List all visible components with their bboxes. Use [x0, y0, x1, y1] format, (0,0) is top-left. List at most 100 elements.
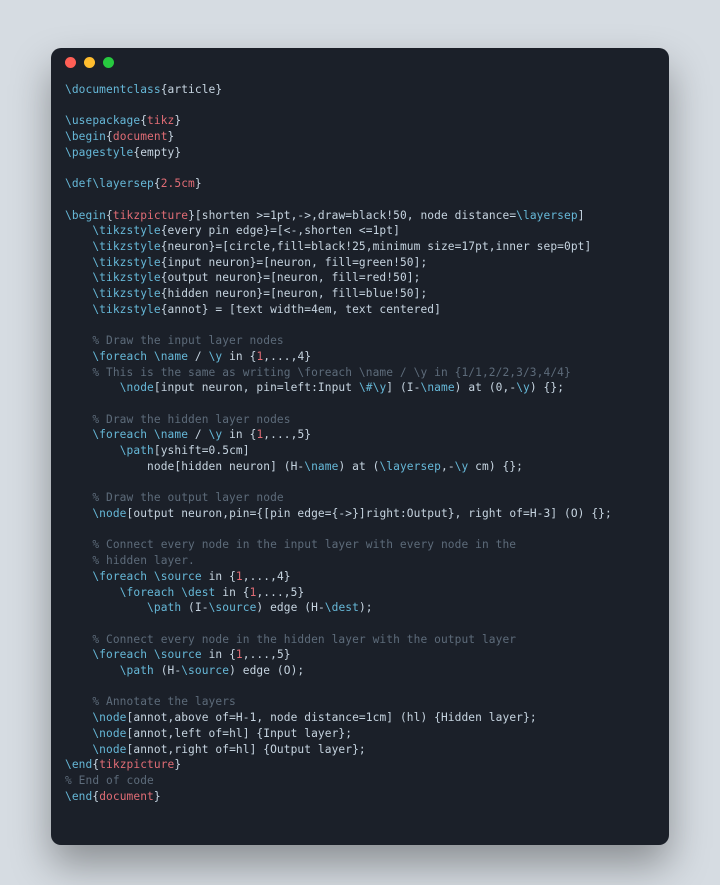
- token: ) edge (H-: [256, 601, 324, 614]
- token: [65, 727, 92, 740]
- token: \foreach: [120, 586, 175, 599]
- token: ) {};: [530, 381, 564, 394]
- token: \end: [65, 758, 92, 771]
- comment: % Connect every node in the input layer …: [65, 538, 516, 551]
- token: [output neuron,pin={[pin edge={->}]right…: [127, 507, 612, 520]
- token: {hidden neuron}=[neuron, fill=blue!50];: [161, 287, 428, 300]
- token: in {: [215, 586, 249, 599]
- token: [65, 287, 92, 300]
- comment: % Connect every node in the hidden layer…: [65, 633, 516, 646]
- token: \end: [65, 790, 92, 803]
- token: /: [188, 428, 209, 441]
- token: [yshift=0.5cm]: [154, 444, 250, 457]
- token: \foreach: [92, 570, 147, 583]
- token: \tikzstyle: [92, 224, 160, 237]
- token: [65, 350, 92, 363]
- token: \def\layersep: [65, 177, 154, 190]
- token: \tikzstyle: [92, 271, 160, 284]
- zoom-icon[interactable]: [103, 57, 114, 68]
- token: \y: [209, 428, 223, 441]
- close-icon[interactable]: [65, 57, 76, 68]
- token: {neuron}=[circle,fill=black!25,minimum s…: [161, 240, 592, 253]
- token: \y: [516, 381, 530, 394]
- token: tikzpicture: [99, 758, 174, 771]
- token: }: [168, 130, 175, 143]
- token: in {: [202, 570, 236, 583]
- token: ,...,4}: [263, 350, 311, 363]
- token: {article}: [161, 83, 223, 96]
- token: {annot} = [text width=4em, text centered…: [161, 303, 441, 316]
- token: 1: [236, 570, 243, 583]
- token: \foreach: [92, 350, 147, 363]
- token: in {: [222, 428, 256, 441]
- token: [65, 743, 92, 756]
- token: in {: [202, 648, 236, 661]
- token: \layersep: [516, 209, 578, 222]
- token: \dest: [325, 601, 359, 614]
- code-block: \documentclass{article} \usepackage{tikz…: [51, 76, 669, 818]
- token: \source: [209, 601, 257, 614]
- token: [65, 256, 92, 269]
- token: ,...,5}: [243, 648, 291, 661]
- token: }: [154, 790, 161, 803]
- token: 1: [236, 648, 243, 661]
- token: ) at (0,-: [455, 381, 517, 394]
- token: [65, 303, 92, 316]
- comment: % hidden layer.: [65, 554, 195, 567]
- token: {empty}: [133, 146, 181, 159]
- token: {: [154, 177, 161, 190]
- window-titlebar: [51, 48, 669, 76]
- token: ]: [578, 209, 585, 222]
- token: }[shorten >=1pt,->,draw=black!50, node d…: [188, 209, 516, 222]
- token: [65, 601, 147, 614]
- token: [65, 507, 92, 520]
- token: node[hidden neuron] (H-: [65, 460, 304, 473]
- token: \#\y: [359, 381, 386, 394]
- token: \y: [209, 350, 223, 363]
- comment: % This is the same as writing \foreach \…: [65, 366, 571, 379]
- token: \pagestyle: [65, 146, 133, 159]
- token: tikz: [147, 114, 174, 127]
- comment: % Annotate the layers: [65, 695, 236, 708]
- token: ,-: [441, 460, 455, 473]
- token: \node: [92, 507, 126, 520]
- token: \y: [455, 460, 469, 473]
- token: [65, 444, 120, 457]
- code-window: \documentclass{article} \usepackage{tikz…: [51, 48, 669, 845]
- token: {output neuron}=[neuron, fill=red!50];: [161, 271, 421, 284]
- token: \source: [154, 648, 202, 661]
- token: [65, 271, 92, 284]
- token: ,...,5}: [256, 586, 304, 599]
- token: [65, 381, 120, 394]
- token: 2.5cm: [161, 177, 195, 190]
- token: \tikzstyle: [92, 240, 160, 253]
- token: \tikzstyle: [92, 303, 160, 316]
- token: );: [359, 601, 373, 614]
- token: \name: [304, 460, 338, 473]
- token: document: [113, 130, 168, 143]
- token: \begin: [65, 209, 106, 222]
- token: [input neuron, pin=left:Input: [154, 381, 359, 394]
- token: [147, 648, 154, 661]
- token: \tikzstyle: [92, 256, 160, 269]
- token: ,...,4}: [243, 570, 291, 583]
- token: }: [174, 114, 181, 127]
- token: \node: [120, 381, 154, 394]
- minimize-icon[interactable]: [84, 57, 95, 68]
- token: (I-: [181, 601, 208, 614]
- token: {input neuron}=[neuron, fill=green!50];: [161, 256, 428, 269]
- token: {: [106, 130, 113, 143]
- token: [65, 570, 92, 583]
- token: \usepackage: [65, 114, 140, 127]
- token: \name: [420, 381, 454, 394]
- token: [65, 648, 92, 661]
- token: \tikzstyle: [92, 287, 160, 300]
- token: \source: [154, 570, 202, 583]
- token: [annot,right of=hl] {Output layer};: [127, 743, 366, 756]
- token: \dest: [181, 586, 215, 599]
- token: [65, 586, 120, 599]
- token: \name: [154, 428, 188, 441]
- token: \source: [181, 664, 229, 677]
- token: \node: [92, 743, 126, 756]
- token: }: [195, 177, 202, 190]
